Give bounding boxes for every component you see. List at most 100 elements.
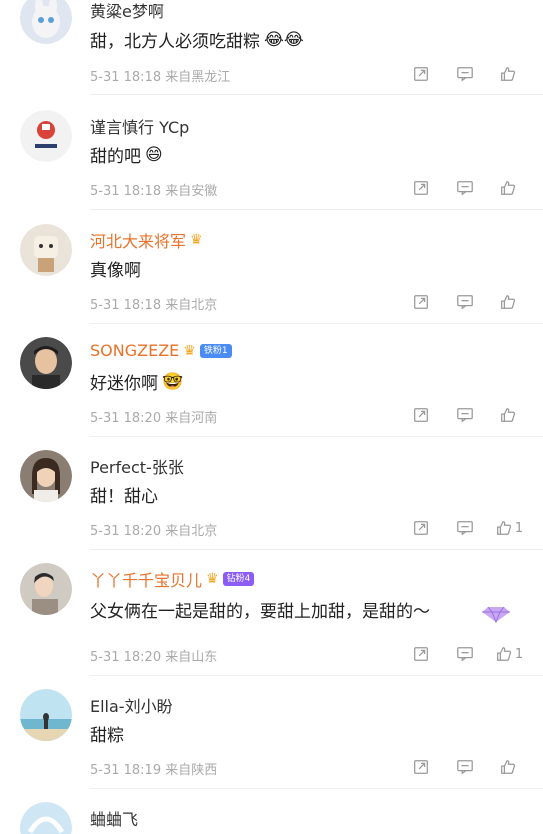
username-text[interactable]: 河北大来将军 <box>90 228 186 252</box>
comment-location: 来自北京 <box>165 298 218 313</box>
reply-icon[interactable] <box>443 404 487 426</box>
username-text[interactable]: 黄粱e梦啊 <box>90 0 164 22</box>
comment-actions <box>399 291 531 313</box>
like-icon[interactable] <box>487 177 531 199</box>
comment-actions: 1 <box>399 517 531 539</box>
divider <box>90 788 543 789</box>
comment-location: 来自山东 <box>165 650 218 665</box>
emoji-icon: 🤓 <box>162 371 184 392</box>
reply-icon[interactable] <box>443 63 487 85</box>
comment-date: 5-31 18:19 <box>90 763 162 778</box>
avatar[interactable] <box>20 0 72 44</box>
comment-item: Ella-刘小盼 甜粽 5-31 18:19 来自陕西 <box>0 687 543 801</box>
username[interactable]: 河北大来将军 ♛ <box>90 228 203 252</box>
comment-item: Perfect-张张 甜！甜心 5-31 18:20 来自北京 1 <box>0 448 543 562</box>
comment-meta: 5-31 18:18 来自安徽 <box>90 180 217 199</box>
comment-meta: 5-31 18:18 来自北京 <box>90 294 217 313</box>
comment-actions: 1 <box>399 643 531 665</box>
comment-meta: 5-31 18:19 来自陕西 <box>90 759 217 778</box>
like-icon[interactable] <box>487 404 531 426</box>
comment-date: 5-31 18:18 <box>90 70 162 85</box>
like-icon[interactable] <box>487 291 531 313</box>
reply-icon[interactable] <box>443 177 487 199</box>
avatar[interactable] <box>20 110 72 162</box>
comment-actions <box>399 404 531 426</box>
username-text[interactable]: Ella-刘小盼 <box>90 693 173 717</box>
divider <box>90 675 543 676</box>
reply-icon[interactable] <box>443 291 487 313</box>
like-icon[interactable] <box>487 63 531 85</box>
divider <box>90 94 543 95</box>
share-icon[interactable] <box>399 63 443 85</box>
share-icon[interactable] <box>399 177 443 199</box>
username[interactable]: 丫丫千千宝贝儿 ♛ 钻粉4 <box>90 567 255 591</box>
username-text[interactable]: 谨言慎行 YCp <box>90 114 189 138</box>
like-count: 1 <box>514 646 524 662</box>
comment-text: 甜的吧 😄 <box>90 142 163 168</box>
username[interactable]: 谨言慎行 YCp <box>90 114 189 138</box>
comment-actions <box>399 177 531 199</box>
username[interactable]: 黄粱e梦啊 <box>90 0 164 22</box>
share-icon[interactable] <box>399 517 443 539</box>
comment-date: 5-31 18:18 <box>90 184 162 199</box>
comment-text: 真像啊 <box>90 256 141 281</box>
comment-date: 5-31 18:18 <box>90 298 162 313</box>
crown-icon: ♛ <box>206 571 219 587</box>
username-text[interactable]: Perfect-张张 <box>90 454 184 478</box>
username[interactable]: SONGZEZE ♛ 铁粉1 <box>90 341 232 360</box>
comment-body: 甜，北方人必须吃甜粽 <box>90 32 260 52</box>
comment-meta: 5-31 18:20 来自河南 <box>90 407 217 426</box>
reply-icon[interactable] <box>443 517 487 539</box>
avatar[interactable] <box>20 689 72 741</box>
comment-meta: 5-31 18:20 来自山东 <box>90 646 217 665</box>
divider <box>90 209 543 210</box>
username[interactable]: 蛐蛐飞 <box>90 806 138 830</box>
avatar[interactable] <box>20 802 72 834</box>
comment-item: 蛐蛐飞 <box>0 800 543 834</box>
share-icon[interactable] <box>399 291 443 313</box>
comment-body: 甜！甜心 <box>90 487 158 507</box>
comment-text: 父女俩在一起是甜的，要甜上加甜，是甜的～ <box>90 597 430 622</box>
reply-icon[interactable] <box>443 643 487 665</box>
fan-badge: 钻粉4 <box>222 572 255 586</box>
comment-body: 甜的吧 <box>90 147 141 167</box>
comment-body: 甜粽 <box>90 726 124 746</box>
like-count: 1 <box>514 520 524 536</box>
comment-actions <box>399 756 531 778</box>
diamond-icon <box>482 606 510 623</box>
comment-location: 来自黑龙江 <box>165 70 231 85</box>
comment-item: 黄粱e梦啊 甜，北方人必须吃甜粽 😂😂 5-31 18:18 来自黑龙江 <box>0 0 543 114</box>
username[interactable]: Ella-刘小盼 <box>90 693 173 717</box>
like-icon[interactable]: 1 <box>487 517 531 539</box>
avatar[interactable] <box>20 337 72 389</box>
comment-item: 谨言慎行 YCp 甜的吧 😄 5-31 18:18 来自安徽 <box>0 108 543 222</box>
comment-date: 5-31 18:20 <box>90 411 162 426</box>
share-icon[interactable] <box>399 756 443 778</box>
like-icon[interactable]: 1 <box>487 643 531 665</box>
share-icon[interactable] <box>399 404 443 426</box>
username-text[interactable]: 丫丫千千宝贝儿 <box>90 567 202 591</box>
username[interactable]: Perfect-张张 <box>90 454 184 478</box>
like-icon[interactable] <box>487 756 531 778</box>
username-text[interactable]: 蛐蛐飞 <box>90 806 138 830</box>
crown-icon: ♛ <box>190 232 203 248</box>
share-icon[interactable] <box>399 643 443 665</box>
comment-item: 丫丫千千宝贝儿 ♛ 钻粉4 父女俩在一起是甜的，要甜上加甜，是甜的～ 5-31 18… <box>0 561 543 687</box>
crown-icon: ♛ <box>183 342 196 359</box>
comment-meta: 5-31 18:20 来自北京 <box>90 520 217 539</box>
avatar[interactable] <box>20 563 72 615</box>
comment-date: 5-31 18:20 <box>90 650 162 665</box>
comment-text: 好迷你啊 🤓 <box>90 369 184 395</box>
emoji-icon: 😄 <box>145 144 163 165</box>
emoji-icon: 😂😂 <box>264 29 304 50</box>
username-text[interactable]: SONGZEZE <box>90 341 179 360</box>
avatar[interactable] <box>20 224 72 276</box>
reply-icon[interactable] <box>443 756 487 778</box>
comment-item: SONGZEZE ♛ 铁粉1 好迷你啊 🤓 5-31 18:20 来自河南 <box>0 335 543 449</box>
comment-body: 真像啊 <box>90 261 141 281</box>
divider <box>90 549 543 550</box>
comment-text: 甜粽 <box>90 721 124 746</box>
comment-body: 父女俩在一起是甜的，要甜上加甜，是甜的～ <box>90 602 430 622</box>
avatar[interactable] <box>20 450 72 502</box>
comment-item: 河北大来将军 ♛ 真像啊 5-31 18:18 来自北京 <box>0 222 543 336</box>
